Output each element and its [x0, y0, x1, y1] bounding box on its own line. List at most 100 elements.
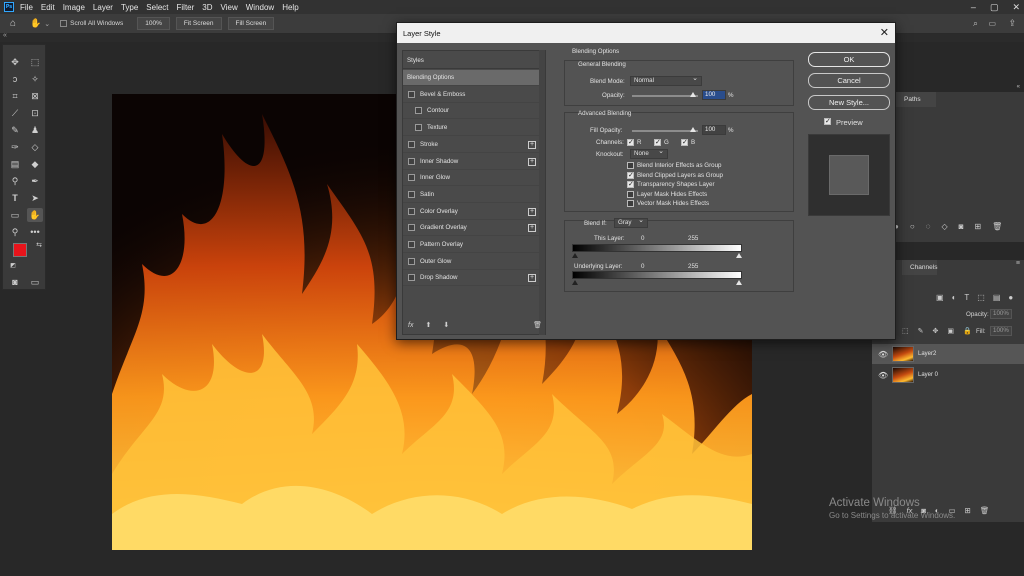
underlying-black-knob[interactable]	[572, 280, 578, 285]
style-item[interactable]: Texture	[403, 120, 539, 137]
path-selection-icon[interactable]: ➤	[27, 191, 43, 205]
magic-wand-icon[interactable]: ✧	[27, 72, 43, 86]
style-item[interactable]: Inner Glow	[403, 170, 539, 187]
collapse-panel-icon[interactable]: «	[1017, 84, 1020, 90]
menu-select[interactable]: Select	[146, 3, 168, 12]
new-path-icon[interactable]: ⊞	[974, 222, 981, 231]
make-work-path-icon[interactable]: ◇	[941, 222, 947, 231]
dodge-tool-icon[interactable]: ⚲	[7, 174, 23, 188]
fill-opacity-input[interactable]: 100	[702, 125, 726, 135]
add-effect-instance-icon[interactable]: +	[528, 140, 536, 149]
pen-tool-icon[interactable]: ✒	[27, 174, 43, 188]
marquee-tool-icon[interactable]: ⬚	[27, 55, 43, 69]
menu-layer[interactable]: Layer	[93, 3, 113, 12]
fill-screen-button[interactable]: Fill Screen	[227, 17, 275, 30]
add-effect-instance-icon[interactable]: +	[528, 224, 536, 233]
gradient-tool-icon[interactable]: ▤	[7, 157, 23, 171]
zoom-tool-icon[interactable]: ⚲	[7, 225, 23, 239]
layer-row-layer2[interactable]: 👁 Layer2	[872, 344, 1024, 364]
style-checkbox[interactable]	[408, 224, 415, 232]
style-item[interactable]: Color Overlay +	[403, 204, 539, 220]
style-item[interactable]: Satin	[403, 187, 539, 203]
underlying-gradient[interactable]	[572, 271, 742, 279]
scroll-all-windows-checkbox[interactable]: Scroll All Windows	[60, 20, 123, 27]
type-tool-icon[interactable]: T	[7, 191, 23, 205]
add-effect-instance-icon[interactable]: +	[528, 207, 536, 216]
load-selection-icon[interactable]: ◌	[926, 222, 931, 231]
lock-paint-icon[interactable]: ✎	[918, 327, 924, 335]
menu-type[interactable]: Type	[121, 3, 138, 12]
styles-scrollbar[interactable]	[539, 50, 545, 335]
tab-channels[interactable]: Channels	[902, 260, 938, 275]
style-checkbox[interactable]	[408, 257, 415, 265]
close-window-icon[interactable]: ✕	[1012, 2, 1020, 13]
style-item[interactable]: Pattern Overlay	[403, 237, 539, 253]
smart-filter-icon[interactable]: ▤	[993, 293, 1001, 302]
cancel-button[interactable]: Cancel	[808, 73, 890, 88]
menu-help[interactable]: Help	[282, 3, 298, 12]
shape-filter-icon[interactable]: ⬚	[977, 293, 985, 302]
style-checkbox[interactable]	[408, 241, 415, 248]
foreground-color-swatch[interactable]	[13, 243, 27, 257]
blend-mode-select[interactable]: Normal	[630, 75, 702, 86]
collapse-panel-icon[interactable]: «	[3, 32, 7, 39]
opacity-input[interactable]: 100	[702, 90, 726, 100]
stamp-tool-icon[interactable]: ♟	[27, 123, 43, 137]
blur-tool-icon[interactable]: ◆	[27, 157, 43, 171]
style-item[interactable]: Contour	[403, 103, 539, 120]
photoshop-logo-icon[interactable]: Ps	[4, 2, 14, 12]
dialog-title-bar[interactable]: Layer Style ✕	[397, 23, 895, 43]
add-effect-instance-icon[interactable]: +	[528, 157, 536, 166]
new-layer-icon[interactable]: ⊞	[965, 506, 971, 515]
screen-mode-icon[interactable]: ▭	[27, 275, 43, 289]
quick-mask-icon[interactable]: ◙	[7, 275, 23, 289]
stroke-path-icon[interactable]: ○	[910, 222, 915, 231]
fill-input[interactable]: 100%	[990, 326, 1012, 336]
lock-transparent-icon[interactable]: ⬚	[902, 327, 909, 335]
advanced-option-checkbox[interactable]	[627, 171, 634, 179]
maximize-icon[interactable]: ▢	[990, 2, 999, 13]
underlying-white-knob[interactable]	[736, 280, 742, 285]
menu-image[interactable]: Image	[63, 3, 85, 12]
hand-tool-icon[interactable]: ✋	[30, 18, 41, 29]
swap-colors-icon[interactable]: ⇆	[31, 239, 47, 253]
preview-checkbox[interactable]	[824, 117, 831, 125]
channel-g-checkbox[interactable]	[654, 138, 661, 146]
style-checkbox[interactable]	[408, 207, 415, 215]
default-colors-icon[interactable]: ◩	[5, 259, 21, 273]
delete-effect-icon[interactable]: 🗑	[533, 321, 542, 329]
styles-header[interactable]: Styles	[403, 53, 539, 69]
layer-row-layer0[interactable]: 👁 Layer 0	[872, 365, 1024, 385]
zoom-100-button[interactable]: 100%	[137, 17, 170, 30]
panel-menu-icon[interactable]: ≡	[1016, 260, 1020, 267]
style-checkbox[interactable]	[415, 124, 422, 132]
style-item[interactable]: Inner Shadow +	[403, 154, 539, 170]
home-icon[interactable]: ⌂	[10, 18, 16, 29]
advanced-option-checkbox[interactable]	[627, 180, 634, 189]
style-checkbox[interactable]	[408, 190, 415, 198]
style-item[interactable]: Blending Options	[403, 70, 539, 86]
menu-3d[interactable]: 3D	[202, 3, 212, 12]
move-tool-icon[interactable]: ✥	[7, 55, 23, 69]
style-item[interactable]: Stroke +	[403, 137, 539, 153]
menu-edit[interactable]: Edit	[41, 3, 55, 12]
lock-artboard-icon[interactable]: ▣	[947, 327, 954, 335]
channel-b-checkbox[interactable]	[681, 138, 688, 146]
style-item[interactable]: Outer Glow	[403, 254, 539, 270]
style-checkbox[interactable]	[408, 274, 415, 282]
add-mask-icon[interactable]: ◙	[959, 222, 964, 231]
lock-move-icon[interactable]: ✥	[933, 327, 939, 335]
style-checkbox[interactable]	[408, 157, 415, 165]
visibility-eye-icon[interactable]: 👁	[878, 350, 888, 359]
delete-path-icon[interactable]: 🗑	[992, 222, 1002, 231]
healing-brush-icon[interactable]: ⊡	[27, 106, 43, 120]
move-down-icon[interactable]: ⬇	[443, 321, 449, 329]
eraser-tool-icon[interactable]: ◇	[27, 140, 43, 154]
style-checkbox[interactable]	[408, 90, 415, 98]
rectangle-tool-icon[interactable]: ▭	[7, 208, 23, 222]
pixel-filter-icon[interactable]: ▣	[936, 293, 944, 302]
fill-opacity-slider-knob[interactable]	[690, 127, 696, 132]
this-layer-gradient[interactable]	[572, 244, 742, 252]
lock-all-icon[interactable]: 🔒	[963, 327, 972, 335]
type-filter-icon[interactable]: T	[964, 293, 969, 302]
